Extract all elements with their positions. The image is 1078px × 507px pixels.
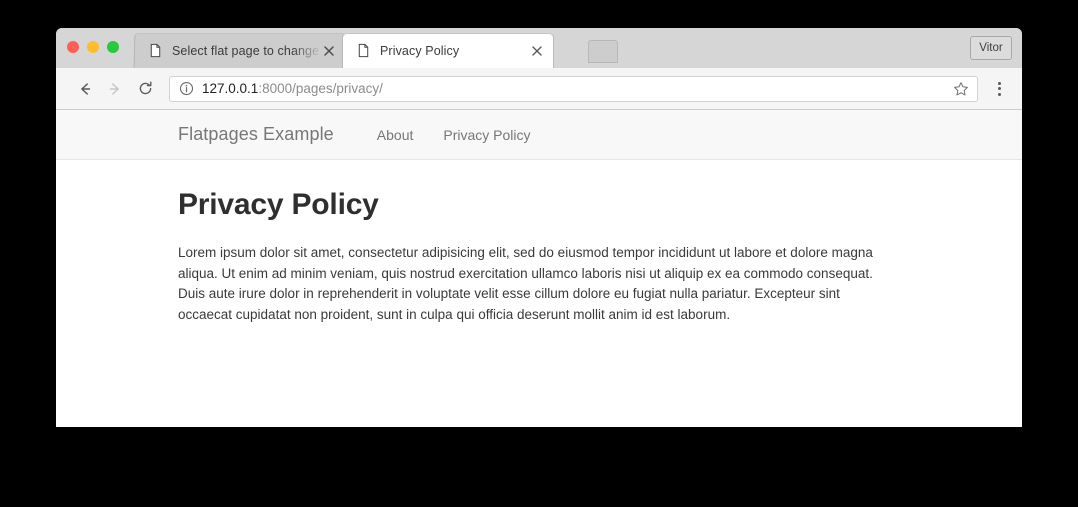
close-tab-button[interactable] xyxy=(530,44,544,58)
url-input[interactable]: 127.0.0.1:8000/pages/privacy/ xyxy=(202,81,953,96)
nav-link-privacy-policy[interactable]: Privacy Policy xyxy=(428,127,545,143)
back-button[interactable] xyxy=(70,74,100,104)
tab-title: Select flat page to change | Dja xyxy=(172,43,320,58)
window-controls xyxy=(67,41,119,53)
star-icon[interactable] xyxy=(953,81,969,97)
browser-window: Select flat page to change | Dja Privacy… xyxy=(56,28,1022,427)
profile-label: Vitor xyxy=(979,42,1003,54)
close-tab-button[interactable] xyxy=(322,44,336,58)
page-icon xyxy=(148,43,163,58)
tab-title: Privacy Policy xyxy=(380,43,460,58)
url-path: :8000/pages/privacy/ xyxy=(258,81,383,96)
site-navbar: Flatpages Example About Privacy Policy xyxy=(56,110,1022,160)
site-brand[interactable]: Flatpages Example xyxy=(178,124,334,145)
navbar-links: About Privacy Policy xyxy=(362,127,546,143)
browser-toolbar: 127.0.0.1:8000/pages/privacy/ xyxy=(56,68,1022,110)
url-host: 127.0.0.1 xyxy=(202,81,259,96)
close-window-button[interactable] xyxy=(67,41,79,53)
new-tab-button[interactable] xyxy=(588,40,618,63)
reload-button[interactable] xyxy=(130,74,160,104)
page-icon xyxy=(356,43,371,58)
tab-strip: Select flat page to change | Dja Privacy… xyxy=(56,28,1022,69)
page-content: Privacy Policy Lorem ipsum dolor sit ame… xyxy=(56,160,1022,325)
page-body-text: Lorem ipsum dolor sit amet, consectetur … xyxy=(178,245,873,322)
browser-tab-privacy-policy[interactable]: Privacy Policy xyxy=(342,33,554,68)
minimize-window-button[interactable] xyxy=(87,41,99,53)
maximize-window-button[interactable] xyxy=(107,41,119,53)
three-dots-icon[interactable] xyxy=(988,76,1010,102)
nav-link-about[interactable]: About xyxy=(362,127,429,143)
info-circle-icon[interactable] xyxy=(179,81,194,96)
profile-button[interactable]: Vitor xyxy=(970,36,1012,60)
browser-tab-flatpage-admin[interactable]: Select flat page to change | Dja xyxy=(133,33,347,69)
page-viewport: Flatpages Example About Privacy Policy P… xyxy=(56,110,1022,426)
forward-button[interactable] xyxy=(100,74,130,104)
page-title: Privacy Policy xyxy=(178,188,379,221)
address-bar[interactable]: 127.0.0.1:8000/pages/privacy/ xyxy=(169,75,978,102)
